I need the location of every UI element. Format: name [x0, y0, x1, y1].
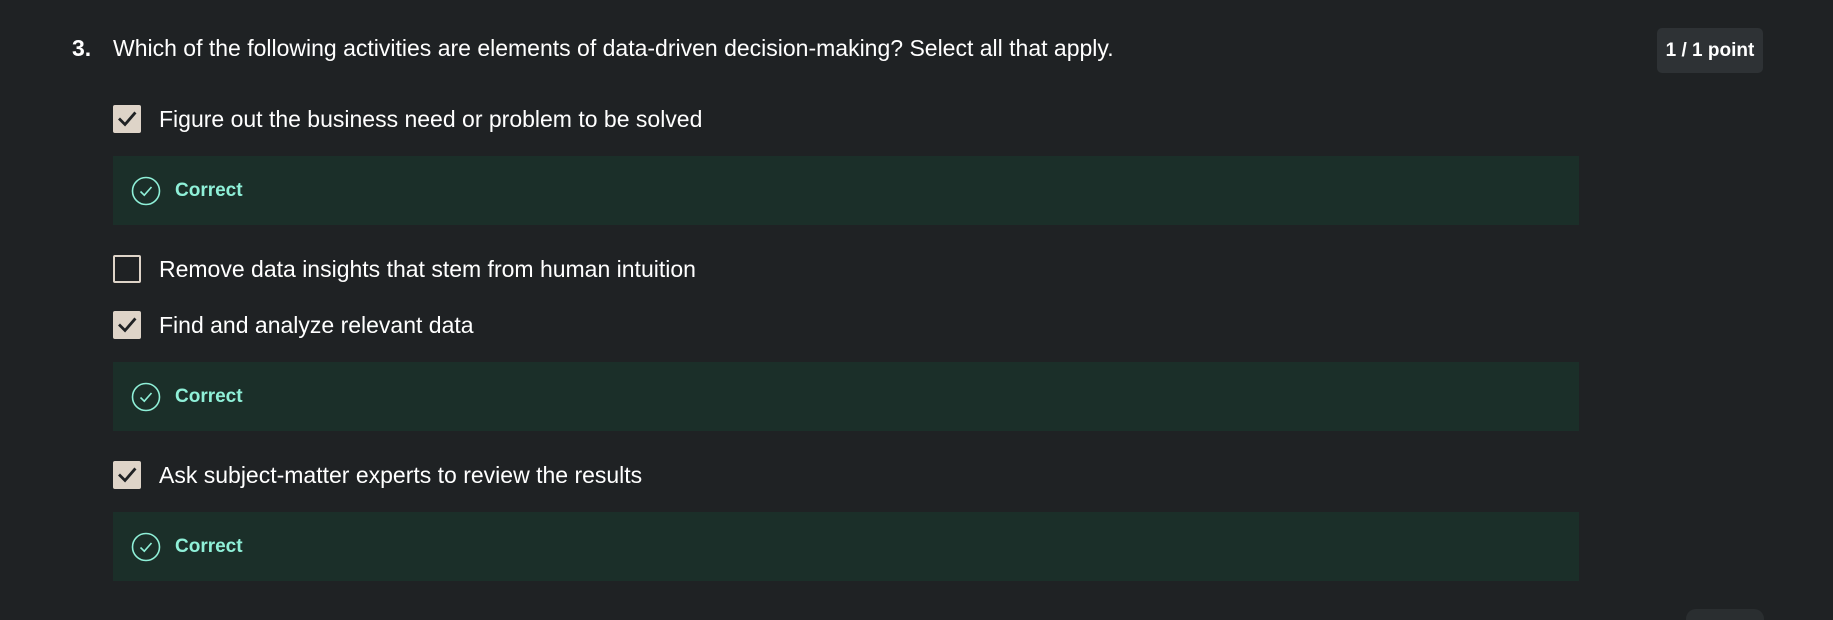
- option-1-checkbox[interactable]: [113, 105, 141, 133]
- points-badge: 1 / 1 point: [1657, 28, 1763, 73]
- option-2-label: Remove data insights that stem from huma…: [159, 256, 696, 282]
- checkmark-icon: [118, 467, 137, 483]
- checkmark-icon: [118, 317, 137, 333]
- check-circle-icon: [131, 532, 161, 562]
- option-1-label: Figure out the business need or problem …: [159, 106, 703, 132]
- points-label: 1 / 1 point: [1665, 39, 1755, 61]
- option-4-label: Ask subject-matter experts to review the…: [159, 462, 643, 488]
- check-circle-icon: [131, 176, 161, 206]
- partial-widget: [1686, 609, 1764, 620]
- option-3[interactable]: Find and analyze relevant data: [113, 310, 474, 340]
- option-2-checkbox[interactable]: [113, 255, 141, 283]
- option-3-checkbox[interactable]: [113, 311, 141, 339]
- option-4-checkbox[interactable]: [113, 461, 141, 489]
- checkmark-icon: [118, 111, 137, 127]
- feedback-label: Correct: [175, 179, 243, 201]
- option-4-feedback: Correct: [113, 512, 1579, 581]
- option-2[interactable]: Remove data insights that stem from huma…: [113, 254, 696, 284]
- question-number: 3.: [72, 35, 92, 61]
- feedback-label: Correct: [175, 385, 243, 407]
- question-text: Which of the following activities are el…: [113, 35, 1114, 61]
- option-3-feedback: Correct: [113, 362, 1579, 431]
- option-3-label: Find and analyze relevant data: [159, 312, 474, 338]
- option-4[interactable]: Ask subject-matter experts to review the…: [113, 460, 642, 490]
- check-circle-icon: [131, 382, 161, 412]
- option-1[interactable]: Figure out the business need or problem …: [113, 104, 702, 134]
- quiz-question: 3. Which of the following activities are…: [0, 0, 1833, 620]
- feedback-label: Correct: [175, 535, 243, 557]
- option-1-feedback: Correct: [113, 156, 1579, 225]
